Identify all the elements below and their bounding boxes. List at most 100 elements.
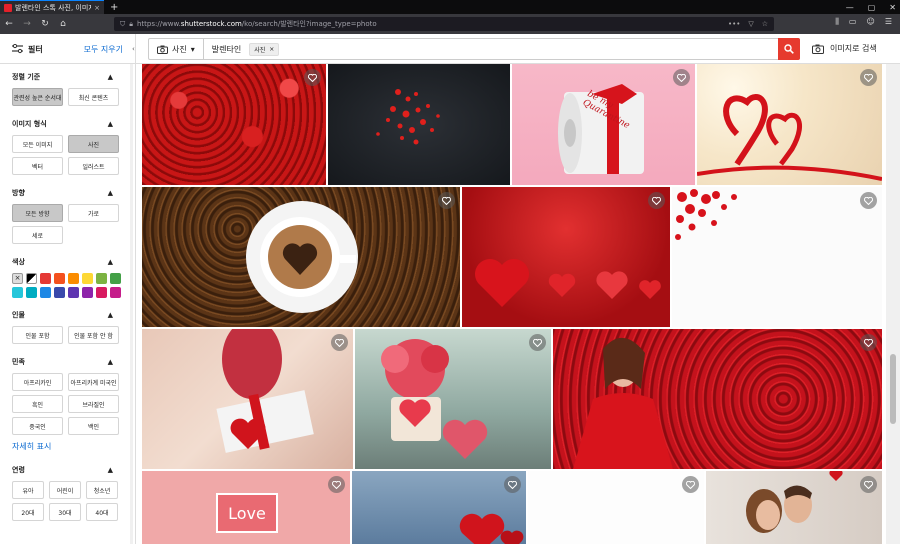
color-swatch[interactable] — [40, 273, 51, 284]
color-swatch[interactable] — [68, 273, 79, 284]
favorite-heart-icon[interactable] — [648, 192, 665, 209]
age-20s-button[interactable]: 20대 — [12, 503, 44, 521]
image-tile-woman-with-gift[interactable] — [142, 329, 353, 469]
back-icon[interactable]: ← — [4, 19, 14, 29]
image-tile-red-glitter-hearts[interactable] — [462, 187, 670, 327]
forward-icon[interactable]: → — [22, 19, 32, 29]
color-swatch[interactable] — [12, 287, 23, 298]
section-header[interactable]: 방향 ▲ — [12, 188, 123, 198]
favorite-heart-icon[interactable] — [304, 69, 321, 86]
favorite-heart-icon[interactable] — [860, 192, 877, 209]
image-tile-red-roses[interactable] — [142, 64, 326, 185]
without-people-button[interactable]: 인물 포함 안 함 — [68, 326, 119, 344]
favorite-heart-icon[interactable] — [438, 192, 455, 209]
favorite-heart-icon[interactable] — [328, 476, 345, 493]
ethnicity-african-button[interactable]: 아프리카인 — [12, 373, 63, 391]
color-swatch[interactable] — [110, 287, 121, 298]
page-scrollbar[interactable] — [886, 64, 900, 544]
image-tile-couple[interactable] — [706, 471, 882, 544]
color-swatch[interactable] — [110, 273, 121, 284]
illustration-button[interactable]: 일러스트 — [68, 157, 119, 175]
image-tile-love-sign[interactable]: Love — [142, 471, 350, 544]
ethnicity-chinese-button[interactable]: 중국인 — [12, 417, 63, 435]
favorite-heart-icon[interactable] — [331, 334, 348, 351]
bookmark-star-icon[interactable]: ☆ — [762, 20, 768, 28]
photo-button[interactable]: 사진 — [68, 135, 119, 153]
ethnicity-caucasian-button[interactable]: 백인 — [68, 417, 119, 435]
image-tile-woman-in-petals[interactable] — [553, 329, 882, 469]
image-tile-red-ribbon-hearts[interactable] — [697, 64, 882, 185]
sort-newest-button[interactable]: 최신 콘텐츠 — [68, 88, 119, 106]
image-tile-red-hearts-on-white[interactable] — [672, 187, 882, 327]
library-icon[interactable]: ⫼ — [835, 17, 839, 27]
chip-close-icon[interactable]: × — [269, 46, 274, 53]
filter-chip[interactable]: 사진 × — [249, 42, 280, 56]
section-header[interactable]: 이미지 형식 ▲ — [12, 119, 123, 129]
favorite-heart-icon[interactable] — [860, 334, 877, 351]
color-swatch-none[interactable]: × — [12, 273, 23, 284]
search-type-dropdown[interactable]: 사진 ▾ — [149, 39, 204, 59]
more-icon[interactable]: ••• — [728, 20, 740, 28]
favorite-heart-icon[interactable] — [682, 476, 699, 493]
image-search-button[interactable]: 이미지로 검색 — [812, 43, 877, 54]
account-icon[interactable]: ☺ — [866, 17, 874, 27]
image-tile-coffee-heart[interactable] — [142, 187, 460, 327]
image-tile-toilet-paper[interactable]: be my Quarantine — [512, 64, 695, 185]
section-header[interactable]: 인물 ▲ — [12, 310, 123, 320]
color-swatch[interactable] — [54, 273, 65, 284]
search-button[interactable] — [778, 38, 800, 60]
color-swatch[interactable] — [26, 273, 37, 284]
image-tile-flowers-and-hearts[interactable] — [355, 329, 551, 469]
home-icon[interactable]: ⌂ — [58, 19, 68, 29]
image-tile-red-hearts-on-dark[interactable] — [328, 64, 510, 185]
favorite-heart-icon[interactable] — [860, 476, 877, 493]
section-header[interactable]: 연령 ▲ — [12, 465, 123, 475]
sidebar-icon[interactable]: ▭ — [849, 17, 857, 27]
reload-icon[interactable]: ↻ — [40, 19, 50, 29]
age-child-button[interactable]: 어린이 — [49, 481, 81, 499]
ethnicity-african-american-button[interactable]: 아프리카계 미국인 — [68, 373, 119, 391]
section-header[interactable]: 민족 ▲ — [12, 357, 123, 367]
all-images-button[interactable]: 모든 이미지 — [12, 135, 63, 153]
color-swatch[interactable] — [96, 287, 107, 298]
sort-relevance-button[interactable]: 관련성 높은 순서대 — [12, 88, 63, 106]
color-swatch[interactable] — [40, 287, 51, 298]
maximize-icon[interactable]: ▢ — [868, 3, 876, 12]
scrollbar-thumb[interactable] — [890, 354, 896, 424]
new-tab-button[interactable]: + — [110, 2, 118, 13]
show-more-link[interactable]: 자세히 표시 — [12, 441, 123, 452]
search-input[interactable]: 발렌타인 — [204, 44, 249, 55]
color-swatch[interactable] — [96, 273, 107, 284]
collapse-sidebar-icon[interactable]: ‹ — [132, 45, 135, 53]
with-people-button[interactable]: 인물 포함 — [12, 326, 63, 344]
favorite-heart-icon[interactable] — [860, 69, 877, 86]
color-swatch[interactable] — [26, 287, 37, 298]
address-bar[interactable]: ⛉ 🔒︎ https://www.shutterstock.com/ko/sea… — [114, 17, 774, 31]
color-swatch[interactable] — [82, 287, 93, 298]
pocket-icon[interactable]: ▽ — [748, 20, 753, 28]
close-window-icon[interactable]: ✕ — [889, 3, 896, 12]
age-30s-button[interactable]: 30대 — [49, 503, 81, 521]
image-tile-white-blank[interactable] — [528, 471, 704, 544]
minimize-icon[interactable]: — — [846, 3, 854, 12]
ethnicity-black-button[interactable]: 흑인 — [12, 395, 63, 413]
ethnicity-brazilian-button[interactable]: 브라질인 — [68, 395, 119, 413]
color-swatch[interactable] — [68, 287, 79, 298]
age-teen-button[interactable]: 청소년 — [86, 481, 118, 499]
favorite-heart-icon[interactable] — [529, 334, 546, 351]
favorite-heart-icon[interactable] — [673, 69, 690, 86]
section-header[interactable]: 색상 ▲ — [12, 257, 123, 267]
menu-icon[interactable]: ☰ — [885, 17, 892, 27]
browser-tab[interactable]: 발렌타인 스톡 사진, 이미지 및 × — [0, 0, 104, 14]
color-swatch[interactable] — [54, 287, 65, 298]
clear-all-link[interactable]: 모두 지우기 — [84, 44, 123, 55]
tab-close-icon[interactable]: × — [94, 4, 100, 12]
color-swatch[interactable] — [82, 273, 93, 284]
age-40s-button[interactable]: 40대 — [86, 503, 118, 521]
filter-sliders-icon[interactable] — [12, 44, 23, 54]
all-orientations-button[interactable]: 모든 방향 — [12, 204, 63, 222]
age-infant-button[interactable]: 유아 — [12, 481, 44, 499]
favorite-heart-icon[interactable] — [504, 476, 521, 493]
section-header[interactable]: 정렬 기준 ▲ — [12, 72, 123, 82]
horizontal-button[interactable]: 가로 — [68, 204, 119, 222]
